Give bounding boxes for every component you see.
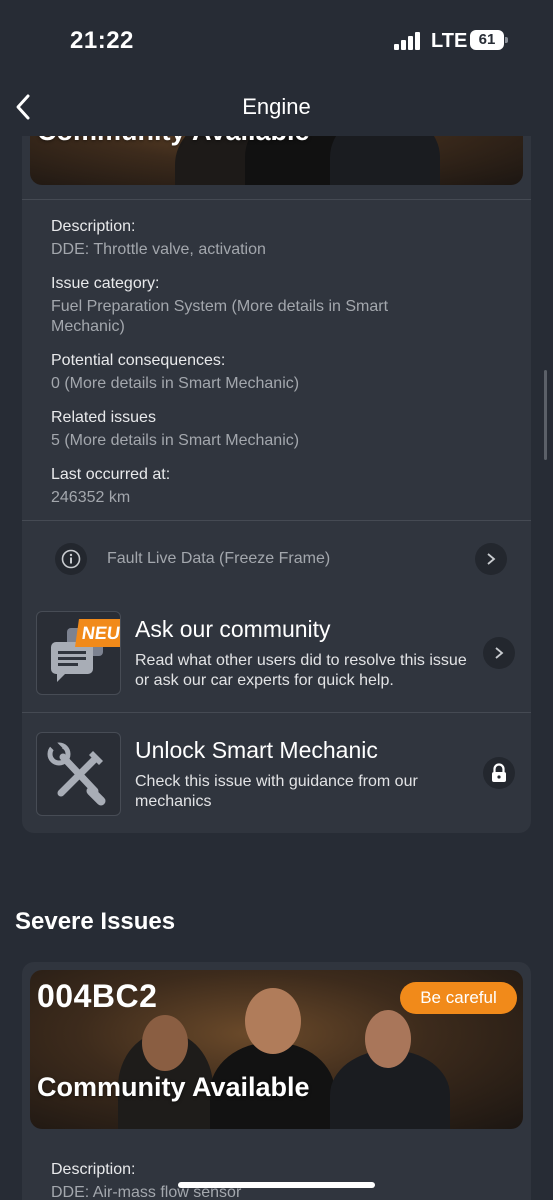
- field-label: Description:: [51, 1161, 136, 1178]
- signal-icon: [394, 32, 422, 50]
- chevron-right-icon[interactable]: [483, 637, 515, 669]
- field-value: 0 (More details in Smart Mechanic): [51, 375, 300, 392]
- page-title: Engine: [242, 94, 311, 119]
- banner-title: Community Available: [37, 1072, 310, 1102]
- smart-mechanic-title: Unlock Smart Mechanic: [135, 737, 378, 763]
- severity-badge: Be careful: [400, 982, 517, 1014]
- fault-live-data-row[interactable]: Fault Live Data (Freeze Frame): [22, 520, 531, 598]
- issue-card[interactable]: 004BC2 Be careful Community Available De…: [22, 962, 531, 1200]
- divider: [22, 199, 531, 200]
- field-value: Fuel Preparation System (More details in…: [51, 298, 389, 335]
- community-chat-icon: NEU: [36, 611, 121, 695]
- nav-bar: Engine: [0, 80, 553, 136]
- scroll-indicator: [544, 370, 547, 460]
- field-label: Related issues: [51, 409, 156, 426]
- field-label: Last occurred at:: [51, 466, 171, 483]
- field-label: Issue category:: [51, 275, 160, 292]
- status-time: 21:22: [70, 27, 134, 54]
- home-indicator[interactable]: [178, 1182, 375, 1188]
- field-value: DDE: Throttle valve, activation: [51, 241, 266, 258]
- battery-icon: 61: [470, 30, 508, 50]
- battery-level: 61: [470, 30, 504, 50]
- banner-person-head: [245, 988, 301, 1054]
- fault-live-data-label: Fault Live Data (Freeze Frame): [107, 550, 331, 567]
- lock-icon: [483, 757, 515, 789]
- unlock-smart-mechanic-row[interactable]: Unlock Smart Mechanic Check this issue w…: [22, 713, 531, 833]
- smart-mechanic-description: Check this issue with guidance from our …: [135, 773, 418, 810]
- field-value: 246352 km: [51, 489, 131, 506]
- ask-community-title: Ask our community: [135, 616, 331, 642]
- banner-person-head: [142, 1015, 188, 1071]
- issue-card: Community Available Description: DDE: Th…: [22, 100, 531, 833]
- banner-person-head: [365, 1010, 411, 1068]
- field-label: Potential consequences:: [51, 352, 226, 369]
- community-banner[interactable]: 004BC2 Be careful Community Available: [30, 970, 523, 1129]
- ask-community-description: Read what other users did to resolve thi…: [135, 652, 467, 689]
- screen: Community Available Description: DDE: Th…: [0, 0, 553, 1200]
- chevron-right-icon[interactable]: [475, 543, 507, 575]
- ask-community-row[interactable]: NEU Ask our community Read what other us…: [22, 598, 531, 712]
- new-badge: NEU: [75, 619, 120, 647]
- field-value: 5 (More details in Smart Mechanic): [51, 432, 300, 449]
- status-bar: 21:22 LTE 61: [0, 0, 553, 80]
- error-code: 004BC2: [37, 978, 158, 1014]
- scroll-content[interactable]: Community Available Description: DDE: Th…: [0, 0, 553, 1200]
- field-label: Description:: [51, 218, 136, 235]
- network-type: LTE: [431, 30, 468, 52]
- info-icon: [55, 543, 87, 575]
- section-title: Severe Issues: [15, 908, 176, 935]
- wrench-screwdriver-icon: [36, 732, 121, 816]
